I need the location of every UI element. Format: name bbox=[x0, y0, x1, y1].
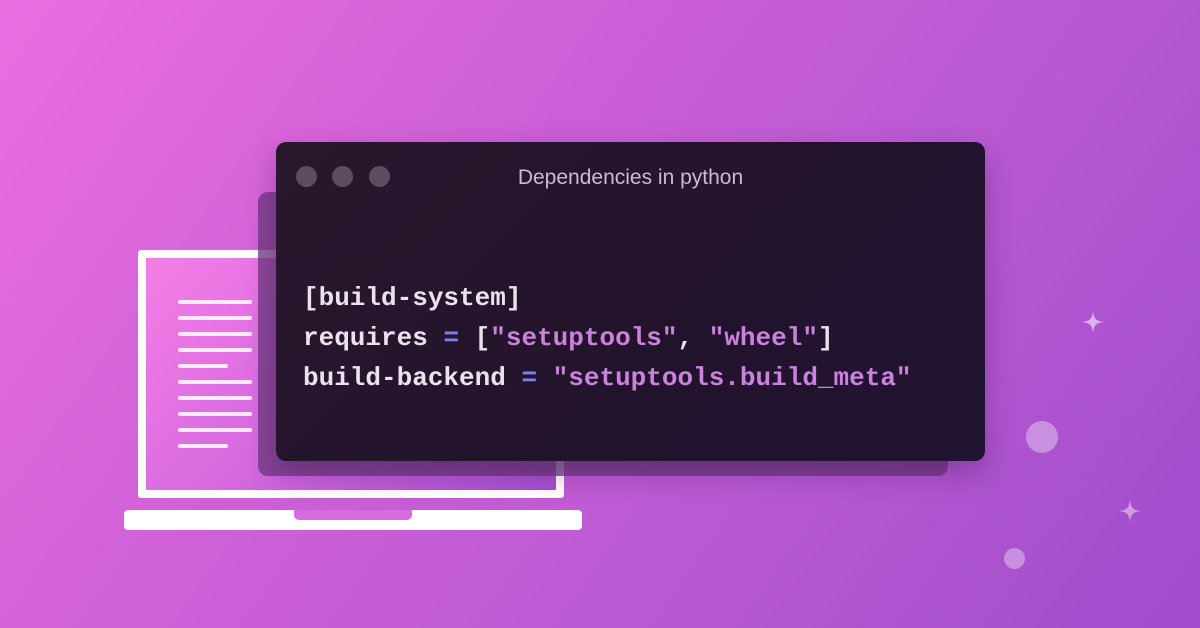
code-string-wheel: "wheel" bbox=[708, 323, 818, 353]
sparkle-icon bbox=[1082, 311, 1104, 333]
doc-line bbox=[178, 428, 252, 432]
decorative-circle bbox=[1004, 548, 1025, 569]
code-key-build-backend: build-backend bbox=[303, 363, 506, 393]
doc-line bbox=[178, 332, 252, 336]
code-string-build-meta: "setuptools.build_meta" bbox=[552, 363, 912, 393]
code-window: Dependencies in python [build-system] req… bbox=[276, 142, 985, 461]
code-operator: = bbox=[443, 323, 460, 353]
code-block: [build-system] requires = ["setuptools", … bbox=[303, 278, 912, 398]
code-bracket-close: ] bbox=[817, 323, 834, 353]
code-bracket-open: [ bbox=[474, 323, 491, 353]
decorative-circle bbox=[1026, 421, 1058, 453]
doc-line bbox=[178, 316, 252, 320]
code-string-setuptools: "setuptools" bbox=[490, 323, 678, 353]
doc-line bbox=[178, 364, 228, 368]
doc-line bbox=[178, 300, 252, 304]
code-line-3: build-backend = "setuptools.build_meta" bbox=[303, 358, 912, 398]
doc-line bbox=[178, 348, 252, 352]
code-section-header: [build-system] bbox=[303, 283, 522, 313]
code-key-requires: requires bbox=[303, 323, 428, 353]
doc-line bbox=[178, 412, 252, 416]
code-line-2: requires = ["setuptools", "wheel"] bbox=[303, 318, 912, 358]
code-line-1: [build-system] bbox=[303, 278, 912, 318]
sparkle-icon bbox=[1119, 500, 1141, 522]
doc-line bbox=[178, 444, 228, 448]
doc-line bbox=[178, 396, 252, 400]
code-comma: , bbox=[677, 323, 694, 353]
doc-line bbox=[178, 380, 252, 384]
laptop-notch bbox=[294, 510, 412, 520]
code-operator: = bbox=[521, 363, 538, 393]
window-title: Dependencies in python bbox=[517, 166, 744, 189]
